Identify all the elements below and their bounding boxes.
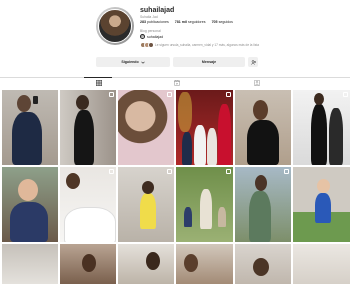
head-shape — [253, 258, 269, 276]
reels-icon — [173, 79, 180, 86]
person-shape — [207, 128, 217, 165]
reel-badge-icon — [109, 169, 114, 174]
grid-post[interactable] — [118, 244, 174, 284]
head-shape — [76, 95, 89, 110]
person-shape — [311, 104, 327, 165]
tab-posts[interactable] — [95, 79, 102, 86]
grid-post[interactable] — [118, 167, 174, 242]
grid-post[interactable] — [176, 90, 233, 165]
message-button[interactable]: Mensaje — [173, 57, 245, 67]
tabs-divider — [0, 77, 350, 78]
head-shape — [82, 254, 96, 272]
reel-badge-icon — [226, 169, 231, 174]
avatar-image — [98, 9, 132, 43]
following-stat[interactable]: 705 seguidos — [212, 20, 233, 24]
threads-icon: @ — [140, 34, 145, 39]
grid-post[interactable] — [118, 90, 174, 165]
profile-stats: 283 publicaciones 781 mil seguidores 705… — [140, 20, 233, 24]
grid-post[interactable] — [2, 167, 58, 242]
person-shape — [218, 104, 231, 165]
head-shape — [253, 100, 268, 120]
person-shape — [182, 132, 192, 165]
person-shape — [194, 125, 206, 165]
head-shape — [146, 252, 160, 270]
person-shape — [74, 110, 94, 165]
head-shape — [17, 95, 31, 112]
head-shape — [255, 175, 267, 191]
profile-avatar[interactable] — [96, 7, 134, 45]
suggested-users-button[interactable] — [248, 57, 258, 67]
reel-badge-icon — [284, 169, 289, 174]
grid-post[interactable] — [2, 244, 58, 284]
chevron-down-icon — [140, 61, 145, 64]
phone-shape — [33, 96, 38, 104]
grid-post[interactable] — [60, 167, 116, 242]
active-tab-indicator — [84, 77, 112, 78]
grid-icon — [95, 79, 102, 86]
profile-category: Blog personal — [140, 29, 161, 33]
head-shape — [142, 181, 154, 194]
following-button[interactable]: Siguiendo — [96, 57, 170, 67]
reel-badge-icon — [343, 92, 348, 97]
add-user-icon — [250, 59, 256, 65]
tab-tagged[interactable] — [253, 79, 260, 86]
reel-badge-icon — [167, 169, 172, 174]
profile-link-text: suhailajad — [147, 34, 164, 39]
grid-post[interactable] — [235, 244, 291, 284]
grid-post[interactable] — [2, 90, 58, 165]
grid-post[interactable] — [293, 167, 350, 242]
followed-by-avatars — [140, 42, 154, 48]
person-shape — [247, 120, 279, 165]
person-shape — [10, 202, 48, 242]
posts-stat: 283 publicaciones — [140, 20, 169, 24]
grid-post[interactable] — [293, 90, 350, 165]
grid-post[interactable] — [293, 244, 350, 284]
followed-by[interactable]: Le siguen ursula_suhaila, carmen_vidal y… — [140, 42, 259, 48]
grid-post[interactable] — [60, 90, 116, 165]
person-shape — [140, 193, 156, 229]
person-shape — [200, 189, 212, 229]
profile-header: suhailajad Suhaila Jad 283 publicaciones… — [0, 0, 350, 86]
followed-by-text: Le siguen ursula_suhaila, carmen_vidal y… — [155, 43, 260, 47]
person-shape — [184, 207, 192, 227]
grid-post[interactable] — [176, 167, 233, 242]
head-shape — [66, 173, 80, 189]
profile-subname: Suhaila Jad — [140, 15, 158, 19]
profile-username: suhailajad — [140, 7, 175, 14]
head-shape — [184, 254, 198, 272]
person-shape — [249, 191, 271, 242]
grid-post[interactable] — [60, 244, 116, 284]
reel-badge-icon — [109, 92, 114, 97]
person-shape — [64, 207, 116, 242]
person-shape — [12, 112, 42, 165]
profile-link[interactable]: @ suhailajad — [140, 34, 163, 39]
reel-badge-icon — [167, 92, 172, 97]
followers-stat[interactable]: 781 mil seguidores — [175, 20, 206, 24]
head-shape — [18, 179, 38, 201]
grid-post[interactable] — [176, 244, 233, 284]
person-shape — [315, 193, 331, 223]
tree-shape — [178, 92, 192, 132]
head-shape — [314, 93, 324, 105]
reel-badge-icon — [226, 92, 231, 97]
grid-post[interactable] — [235, 167, 291, 242]
person-shape — [329, 108, 343, 165]
head-shape — [317, 179, 330, 193]
grid-post[interactable] — [235, 90, 291, 165]
person-shape — [218, 207, 226, 227]
tagged-icon — [253, 79, 260, 86]
tab-reels[interactable] — [173, 79, 180, 86]
